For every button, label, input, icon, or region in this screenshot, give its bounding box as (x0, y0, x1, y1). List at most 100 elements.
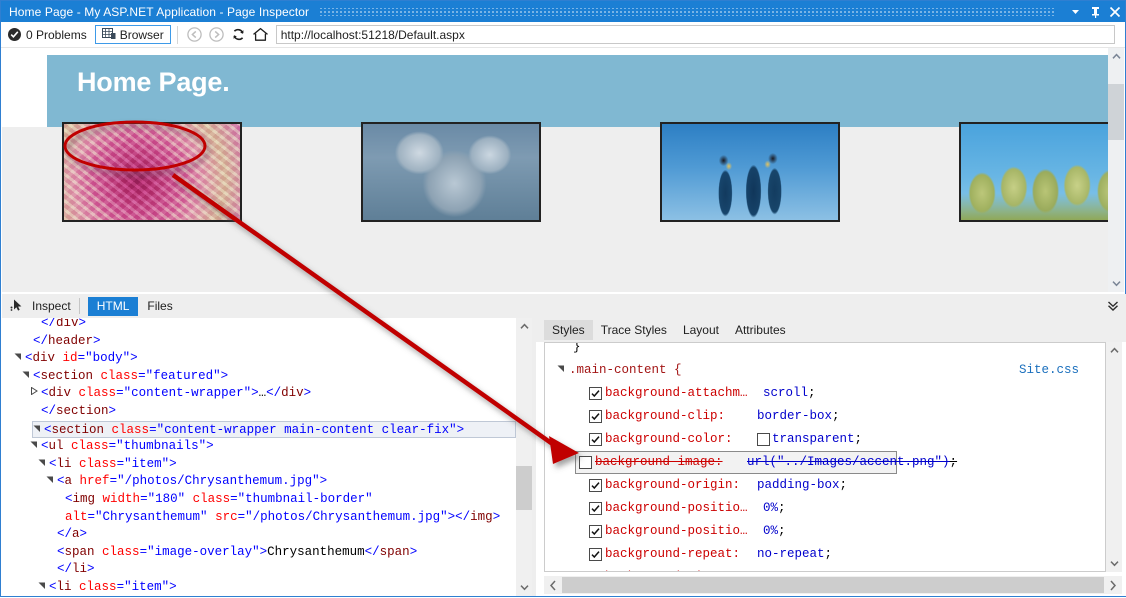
styles-vertical-scrollbar[interactable] (1106, 342, 1122, 572)
declaration-value[interactable]: 0% (763, 497, 778, 520)
html-tree-node[interactable]: </header> (2, 333, 516, 351)
back-icon[interactable] (184, 24, 206, 46)
tab-files[interactable]: Files (138, 297, 181, 316)
declaration-value[interactable]: url("../Images/accent.png") (747, 451, 950, 474)
disclosure-triangle[interactable] (22, 368, 33, 386)
declaration-checkbox[interactable] (589, 502, 602, 515)
disclosure-triangle[interactable] (557, 359, 569, 382)
thumbnail-koala[interactable] (361, 122, 541, 222)
html-tree-node[interactable]: <a href="/photos/Chrysanthemum.jpg"> (2, 473, 516, 491)
declaration-checkbox[interactable] (589, 548, 602, 561)
declaration-value[interactable]: transparent (772, 428, 855, 451)
disclosure-triangle[interactable] (30, 385, 41, 403)
html-tree-node[interactable]: <section class="featured"> (2, 368, 516, 386)
declaration-checkbox[interactable] (589, 479, 602, 492)
html-tree-node[interactable]: <li class="item"> (2, 456, 516, 474)
title-bar-gripper (319, 8, 1055, 16)
declaration-semicolon: ; (825, 543, 833, 566)
refresh-icon[interactable] (228, 24, 250, 46)
address-bar[interactable]: http://localhost:51218/Default.aspx (276, 25, 1115, 44)
html-tree-node-selected[interactable]: <section class="content-wrapper main-con… (32, 421, 516, 439)
browser-vertical-scrollbar[interactable] (1108, 48, 1124, 292)
disclosure-triangle[interactable] (33, 422, 44, 440)
tab-html[interactable]: HTML (88, 297, 139, 316)
html-tree-node[interactable]: </div> (2, 318, 516, 333)
styles-tab-strip: StylesTrace StylesLayoutAttributes (536, 318, 1126, 342)
styles-scroll-up-icon[interactable] (1106, 342, 1122, 359)
disclosure-triangle[interactable] (14, 350, 25, 368)
html-tree-node[interactable]: <div class="content-wrapper">…</div> (2, 385, 516, 403)
expand-chevrons-icon[interactable] (1100, 294, 1126, 318)
inspect-button[interactable]: Inspect (2, 294, 71, 318)
style-declaration-row[interactable]: background-origin:padding-box; (545, 474, 1105, 497)
declaration-checkbox[interactable] (589, 571, 602, 572)
style-declaration-row[interactable]: background-image:url("../Images/accent.p… (575, 451, 897, 474)
declaration-value[interactable]: border-box (757, 405, 832, 428)
styles-horizontal-scrollbar[interactable] (544, 576, 1122, 594)
declaration-value[interactable]: no-repeat (757, 543, 825, 566)
declaration-value[interactable]: padding-box (757, 474, 840, 497)
home-icon[interactable] (250, 24, 272, 46)
declaration-checkbox[interactable] (579, 456, 592, 469)
disclosure-triangle[interactable] (38, 579, 49, 596)
html-tree-node[interactable]: </li> (2, 561, 516, 579)
declaration-value[interactable]: 0% (763, 520, 778, 543)
html-tree-node[interactable]: <div id="body"> (2, 350, 516, 368)
window-close-icon[interactable] (1105, 1, 1125, 22)
html-scroll-up-icon[interactable] (516, 318, 532, 335)
page-heading: Home Page. (77, 67, 230, 98)
styles-source-file[interactable]: Site.css (1019, 359, 1105, 382)
thumbnail-chrysanthemum[interactable] (62, 122, 242, 222)
styles-selector-row[interactable]: .main-content {Site.css (545, 359, 1105, 382)
styles-tab-trace-styles[interactable]: Trace Styles (593, 320, 675, 340)
html-tree-node[interactable]: <ul class="thumbnails"> (2, 438, 516, 456)
style-declaration-row[interactable]: background-color:transparent; (545, 428, 1105, 451)
declaration-value[interactable]: scroll (763, 382, 808, 405)
browser-scroll-thumb[interactable] (1108, 84, 1124, 140)
disclosure-triangle[interactable] (38, 456, 49, 474)
browser-toggle-button[interactable]: Browser (95, 25, 171, 44)
declaration-value[interactable]: auto (757, 566, 787, 572)
style-declaration-row[interactable]: background-positio…0%; (545, 520, 1105, 543)
style-declaration-row[interactable]: background-positio…0%; (545, 497, 1105, 520)
styles-tab-attributes[interactable]: Attributes (727, 320, 794, 340)
html-tree-node[interactable]: </section> (2, 403, 516, 421)
style-declaration-row[interactable]: background-attachm…scroll; (545, 382, 1105, 405)
thumbnail-tulips[interactable] (959, 122, 1124, 222)
html-tree-node[interactable]: alt="Chrysanthemum" src="/photos/Chrysan… (2, 509, 516, 527)
window-pin-icon[interactable] (1085, 1, 1105, 22)
declaration-checkbox[interactable] (589, 410, 602, 423)
scroll-up-icon[interactable] (1108, 48, 1124, 65)
html-scroll-down-icon[interactable] (516, 579, 532, 596)
styles-declaration-list[interactable]: }.main-content {Site.cssbackground-attac… (544, 342, 1106, 572)
styles-horizontal-thumb[interactable] (562, 577, 1104, 593)
browser-viewport: Home Page. (2, 48, 1124, 292)
forward-icon[interactable] (206, 24, 228, 46)
window-dropdown-icon[interactable] (1065, 1, 1085, 22)
html-tree-pane[interactable]: </div></header><div id="body"><section c… (2, 318, 532, 596)
styles-scroll-down-icon[interactable] (1106, 555, 1122, 572)
problems-indicator[interactable]: 0 Problems (1, 24, 95, 45)
disclosure-triangle[interactable] (30, 438, 41, 456)
html-tree-node[interactable]: <img width="180" class="thumbnail-border… (2, 491, 516, 509)
html-tree-vertical-scrollbar[interactable] (516, 318, 532, 596)
declaration-checkbox[interactable] (589, 387, 602, 400)
styles-tab-styles[interactable]: Styles (544, 320, 593, 340)
styles-scroll-right-icon[interactable] (1104, 576, 1122, 594)
declaration-checkbox[interactable] (589, 525, 602, 538)
html-tree-node[interactable]: <li class="item"> (2, 579, 516, 596)
html-scroll-thumb[interactable] (516, 466, 532, 510)
scroll-down-icon[interactable] (1108, 275, 1124, 292)
html-tree-node[interactable]: </a> (2, 526, 516, 544)
declaration-checkbox[interactable] (589, 433, 602, 446)
html-tree-node[interactable]: <span class="image-overlay">Chrysanthemu… (2, 544, 516, 562)
thumbnail-penguins[interactable] (660, 122, 840, 222)
styles-scroll-left-icon[interactable] (544, 576, 562, 594)
style-declaration-row[interactable]: background-size:auto; (545, 566, 1105, 572)
styles-tab-layout[interactable]: Layout (675, 320, 727, 340)
declaration-semicolon: ; (950, 451, 958, 474)
color-swatch[interactable] (757, 433, 770, 446)
style-declaration-row[interactable]: background-repeat:no-repeat; (545, 543, 1105, 566)
disclosure-triangle[interactable] (46, 473, 57, 491)
style-declaration-row[interactable]: background-clip:border-box; (545, 405, 1105, 428)
